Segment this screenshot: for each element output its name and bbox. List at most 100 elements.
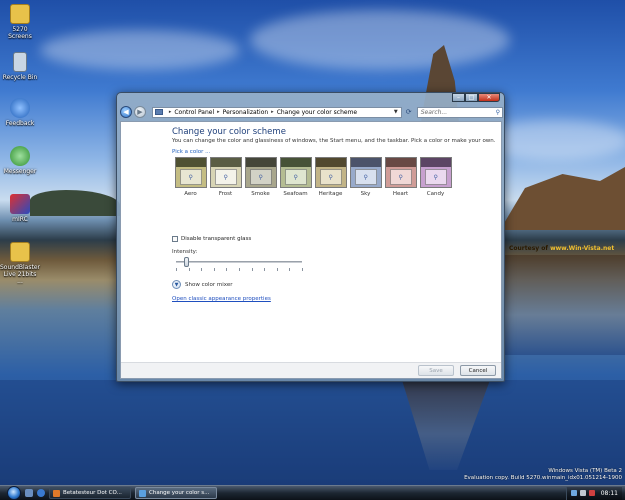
search-input[interactable]: Search... ⚲ — [416, 106, 504, 118]
address-dropdown-icon[interactable]: ▼ — [391, 109, 401, 115]
cancel-button[interactable]: Cancel — [460, 365, 496, 376]
taskbar: Betatesteur Dot CO... Change your color … — [0, 485, 625, 500]
swatch-smoke[interactable]: ⚲ Smoke — [243, 157, 278, 197]
swatch-aero[interactable]: ⚲ Aero — [173, 157, 208, 197]
slider-tick — [188, 268, 190, 271]
swatch-label: Seafoam — [283, 191, 308, 197]
swatch-preview[interactable]: ⚲ — [384, 157, 417, 188]
slider-tick — [289, 268, 291, 271]
swatch-heritage[interactable]: ⚲ Heritage — [313, 157, 348, 197]
desktop-icon-mirc[interactable]: mIRC — [0, 194, 40, 223]
breadcrumb-control-panel[interactable]: Control Panel — [174, 109, 214, 116]
desktop-icon-label: SoundBlaster Live 21bits ... — [0, 264, 40, 285]
desktop-icon-label: Recycle Bin — [2, 74, 38, 81]
swatch-heart[interactable]: ⚲ Heart — [383, 157, 418, 197]
swatch-preview[interactable]: ⚲ — [349, 157, 382, 188]
ie-quicklaunch-icon[interactable] — [37, 489, 45, 497]
desktop-icon-label: mIRC — [12, 216, 28, 223]
slider-tick — [264, 268, 266, 271]
page-title: Change your color scheme — [172, 127, 286, 137]
swatch-label: Sky — [360, 191, 371, 197]
swatch-label: Candy — [426, 191, 445, 197]
breadcrumb-separator: ▸ — [271, 109, 274, 115]
intensity-slider-thumb[interactable] — [184, 257, 190, 267]
swatch-preview[interactable]: ⚲ — [314, 157, 347, 188]
task-label: Change your color s... — [149, 490, 210, 496]
swatch-preview[interactable]: ⚲ — [419, 157, 452, 188]
security-icon[interactable] — [588, 490, 595, 496]
breadcrumb-separator: ▸ — [168, 109, 172, 115]
color-mixer-expander[interactable]: ▼ Show color mixer — [172, 280, 233, 289]
address-bar[interactable]: ▸ Control Panel ▸ Personalization ▸ Chan… — [151, 106, 402, 118]
desktop-icon-soundblaster[interactable]: SoundBlaster Live 21bits ... — [0, 242, 40, 285]
messenger-icon — [10, 146, 30, 166]
disable-glass-option[interactable]: Disable transparent glass — [172, 236, 251, 242]
start-button[interactable] — [7, 486, 21, 500]
pick-color-label: Pick a color ... — [172, 149, 211, 155]
swatch-seafoam[interactable]: ⚲ Seafoam — [278, 157, 313, 197]
swatch-titlebar — [315, 158, 346, 167]
swatch-label: Heritage — [318, 191, 343, 197]
slider-tick — [176, 268, 177, 271]
control-panel-icon — [154, 109, 163, 115]
close-button[interactable]: ✕ — [478, 93, 500, 102]
classic-appearance-link[interactable]: Open classic appearance properties — [172, 296, 271, 302]
swatch-titlebar — [420, 158, 451, 167]
build-line-2: Evaluation copy. Build 5270.winmain_idx0… — [464, 475, 622, 481]
swatch-titlebar — [385, 158, 416, 167]
search-icon: ⚲ — [433, 174, 438, 181]
intensity-label: Intensity: — [172, 249, 198, 255]
show-desktop-icon[interactable] — [25, 489, 33, 497]
swatch-preview[interactable]: ⚲ — [209, 157, 242, 188]
desktop-icon-5270-screens[interactable]: 5270 Screens — [0, 4, 40, 40]
desktop-icon-feedback[interactable]: Feedback — [0, 98, 40, 127]
swatch-label: Aero — [184, 191, 197, 197]
refresh-icon[interactable]: ⟳ — [404, 107, 414, 118]
swatch-label: Smoke — [251, 191, 270, 197]
swatch-preview[interactable]: ⚲ — [279, 157, 312, 188]
swatch-preview[interactable]: ⚲ — [244, 157, 277, 188]
swatch-preview[interactable]: ⚲ — [174, 157, 207, 188]
slider-tick — [213, 268, 215, 271]
maximize-button[interactable]: □ — [465, 93, 478, 102]
swatch-label: Heart — [392, 191, 409, 197]
mirc-icon — [10, 194, 30, 214]
save-button[interactable]: Save — [418, 365, 454, 376]
taskbar-button-betatesteur[interactable]: Betatesteur Dot CO... — [49, 487, 131, 499]
clock[interactable]: 08:11 — [601, 490, 618, 497]
search-placeholder: Search... — [420, 108, 448, 116]
minimize-button[interactable]: – — [452, 93, 465, 102]
caption-buttons: – □ ✕ — [452, 93, 500, 102]
volume-icon[interactable] — [579, 490, 586, 496]
desktop-icon-messenger[interactable]: Messenger — [0, 146, 40, 175]
search-icon: ⚲ — [328, 174, 333, 181]
swatch-sky[interactable]: ⚲ Sky — [348, 157, 383, 197]
search-icon[interactable]: ⚲ — [496, 109, 500, 116]
slider-tick — [226, 268, 228, 271]
dialog-footer: Save Cancel — [121, 362, 501, 378]
slider-tick — [302, 268, 303, 271]
forward-button[interactable]: ▶ — [133, 106, 146, 118]
network-icon[interactable] — [570, 490, 577, 496]
swatch-titlebar — [280, 158, 311, 167]
swatch-titlebar — [350, 158, 381, 167]
search-icon: ⚲ — [398, 174, 403, 181]
breadcrumb-personalization[interactable]: Personalization — [223, 109, 269, 116]
back-button[interactable]: ◀ — [120, 106, 132, 118]
task-label: Betatesteur Dot CO... — [63, 490, 122, 496]
disable-glass-checkbox[interactable] — [172, 236, 178, 242]
slider-tick — [251, 268, 253, 271]
swatch-frost[interactable]: ⚲ Frost — [208, 157, 243, 197]
swatch-titlebar — [210, 158, 241, 167]
system-tray: 08:11 — [565, 486, 622, 500]
swatch-candy[interactable]: ⚲ Candy — [418, 157, 453, 197]
intensity-slider-track[interactable] — [176, 261, 302, 263]
swatch-label: Frost — [218, 191, 233, 197]
taskbar-button-change-color[interactable]: Change your color s... — [135, 487, 217, 499]
desktop-icon-recycle-bin[interactable]: Recycle Bin — [0, 52, 40, 81]
breadcrumb-change-color-scheme[interactable]: Change your color scheme — [277, 109, 357, 116]
color-mixer-label: Show color mixer — [185, 281, 233, 288]
disable-glass-label: Disable transparent glass — [181, 236, 252, 242]
browser-icon — [53, 489, 60, 497]
expand-chevron-icon[interactable]: ▼ — [172, 280, 181, 289]
